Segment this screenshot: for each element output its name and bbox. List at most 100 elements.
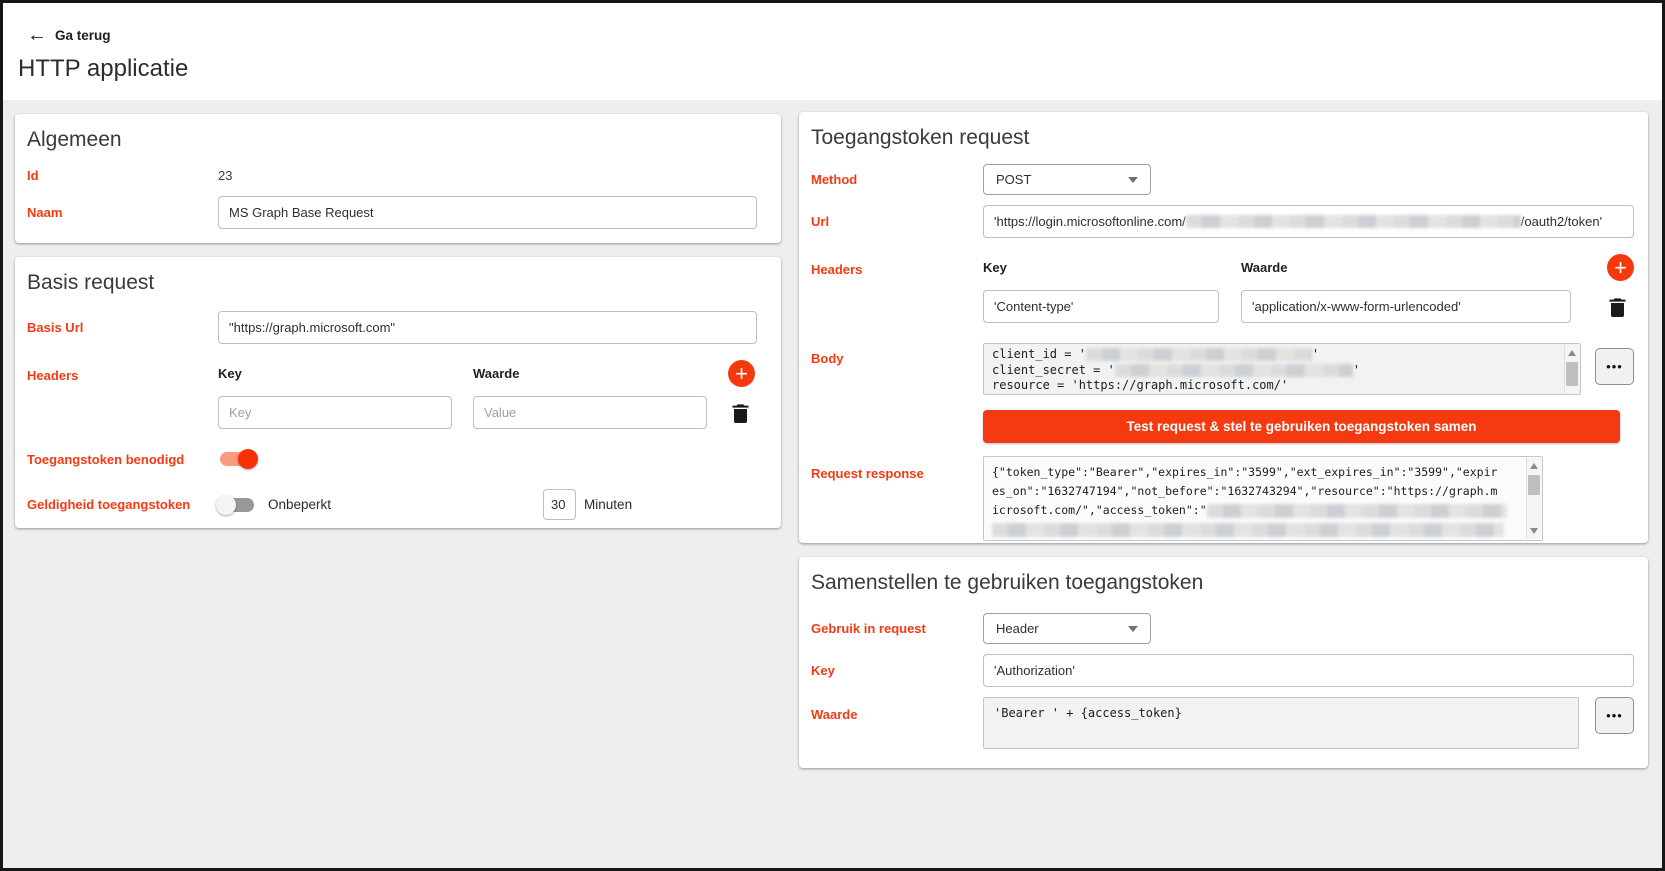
delete-header-button[interactable] <box>730 403 751 423</box>
back-link[interactable]: ← Ga terug <box>27 26 111 44</box>
ellipsis-icon: ••• <box>1606 708 1623 723</box>
scroll-down-icon[interactable] <box>1530 528 1538 534</box>
id-value: 23 <box>218 168 232 183</box>
id-row: Id 23 <box>27 168 767 183</box>
request-response-textarea[interactable]: {"token_type":"Bearer","expires_in":"359… <box>983 456 1543 541</box>
token-headers-label: Headers <box>811 254 983 277</box>
body-line2: client_secret = ' <box>992 363 1115 377</box>
basis-url-input[interactable] <box>218 311 757 344</box>
back-link-label: Ga terug <box>55 28 111 43</box>
method-select[interactable]: POST <box>983 164 1151 195</box>
redacted-client-secret <box>1115 364 1353 377</box>
add-header-button[interactable]: + <box>728 360 755 387</box>
scrollbar[interactable] <box>1564 345 1579 393</box>
body-row: Body client_id = '' client_secret = '' r… <box>811 343 1634 395</box>
gebruik-selected-value: Header <box>996 621 1039 636</box>
body-textarea[interactable]: client_id = '' client_secret = '' resour… <box>983 343 1581 395</box>
url-suffix: /oauth2/token' <box>1521 214 1602 229</box>
compose-waarde-row: Waarde 'Bearer ' + {access_token} ••• <box>811 697 1634 749</box>
method-label: Method <box>811 172 983 187</box>
gebruik-row: Gebruik in request Header <box>811 613 1634 644</box>
gebruik-label: Gebruik in request <box>811 621 983 636</box>
plus-icon: + <box>1614 255 1627 280</box>
toegangstoken-request-title: Toegangstoken request <box>811 126 1634 150</box>
redacted-access-token <box>1207 504 1507 518</box>
request-response-label: Request response <box>811 456 983 481</box>
token-header-key-input[interactable] <box>983 290 1219 323</box>
redacted-client-id <box>1086 348 1312 361</box>
basis-url-label: Basis Url <box>27 320 218 335</box>
body-expand-button[interactable]: ••• <box>1595 348 1634 385</box>
unlimited-toggle[interactable] <box>218 495 256 515</box>
id-label: Id <box>27 168 218 183</box>
method-row: Method POST <box>811 164 1634 195</box>
chevron-down-icon <box>1128 626 1138 632</box>
basis-header-value-input[interactable] <box>473 396 707 429</box>
validity-row: Geldigheid toegangstoken Onbeperkt Minut… <box>27 489 767 520</box>
basis-request-card: Basis request Basis Url Headers Key Waar… <box>15 257 781 528</box>
minutes-label: Minuten <box>584 497 632 512</box>
scroll-thumb[interactable] <box>1566 362 1578 386</box>
delete-header-button[interactable] <box>1607 297 1628 317</box>
page-title: HTTP applicatie <box>18 55 188 83</box>
chevron-down-icon <box>1128 177 1138 183</box>
scroll-up-icon[interactable] <box>1530 463 1538 469</box>
back-arrow-icon: ← <box>27 26 47 44</box>
basis-headers-label: Headers <box>27 360 218 383</box>
unlimited-label: Onbeperkt <box>268 497 331 512</box>
key-column-header: Key <box>218 366 452 381</box>
request-response-row: Request response {"token_type":"Bearer",… <box>811 456 1634 541</box>
waarde-column-header: Waarde <box>1241 260 1571 275</box>
waarde-column-header: Waarde <box>473 366 707 381</box>
waarde-expand-button[interactable]: ••• <box>1595 697 1634 734</box>
ellipsis-icon: ••• <box>1606 359 1623 374</box>
redacted-tenant-id <box>1186 215 1521 228</box>
token-required-row: Toegangstoken benodigd <box>27 449 767 469</box>
algemeen-card: Algemeen Id 23 Naam <box>15 114 781 243</box>
response-line3: icrosoft.com/","access_token":" <box>992 503 1207 517</box>
test-request-button[interactable]: Test request & stel te gebruiken toegang… <box>983 410 1620 443</box>
naam-input[interactable] <box>218 196 757 229</box>
token-required-toggle[interactable] <box>218 449 256 469</box>
body-line4: grant_type = 'client_credentials' <box>992 394 1558 396</box>
response-line1: {"token_type":"Bearer","expires_in":"359… <box>992 463 1520 482</box>
url-row: Url 'https://login.microsoftonline.com/ /… <box>811 205 1634 238</box>
compose-waarde-label: Waarde <box>811 697 983 722</box>
samenstellen-card: Samenstellen te gebruiken toegangstoken … <box>799 557 1648 768</box>
plus-icon: + <box>735 361 748 386</box>
token-header-value-input[interactable] <box>1241 290 1571 323</box>
body-line1: client_id = ' <box>992 347 1086 361</box>
body-line3: resource = 'https://graph.microsoft.com/… <box>992 378 1558 394</box>
token-headers-row: Headers Key Waarde + <box>811 254 1634 323</box>
url-input[interactable]: 'https://login.microsoftonline.com/ /oaut… <box>983 205 1634 238</box>
basis-header-key-input[interactable] <box>218 396 452 429</box>
scroll-up-icon[interactable] <box>1568 350 1576 356</box>
gebruik-select[interactable]: Header <box>983 613 1151 644</box>
toggle-knob <box>216 495 236 515</box>
samenstellen-title: Samenstellen te gebruiken toegangstoken <box>811 571 1634 595</box>
naam-label: Naam <box>27 205 218 220</box>
scrollbar[interactable] <box>1526 458 1541 539</box>
basis-headers-row: Headers Key Waarde + <box>27 360 767 429</box>
toegangstoken-request-card: Toegangstoken request Method POST Url 'h… <box>799 112 1648 543</box>
url-prefix: 'https://login.microsoftonline.com/ <box>994 214 1186 229</box>
toggle-knob <box>238 449 258 469</box>
compose-waarde-textarea[interactable]: 'Bearer ' + {access_token} <box>983 697 1579 749</box>
trash-icon <box>732 403 749 423</box>
token-required-label: Toegangstoken benodigd <box>27 452 218 467</box>
validity-label: Geldigheid toegangstoken <box>27 497 218 512</box>
method-selected-value: POST <box>996 172 1031 187</box>
algemeen-title: Algemeen <box>27 128 767 152</box>
body-label: Body <box>811 343 983 366</box>
redacted-access-token <box>992 523 1504 537</box>
key-column-header: Key <box>983 260 1219 275</box>
url-label: Url <box>811 214 983 229</box>
compose-key-label: Key <box>811 663 983 678</box>
response-line2: es_on":"1632747194","not_before":"163274… <box>992 482 1520 501</box>
minutes-input[interactable] <box>543 489 576 520</box>
add-header-button[interactable]: + <box>1607 254 1634 281</box>
compose-key-input[interactable] <box>983 654 1634 687</box>
compose-key-row: Key <box>811 654 1634 687</box>
compose-waarde-value: 'Bearer ' + {access_token} <box>984 698 1578 728</box>
scroll-thumb[interactable] <box>1528 475 1540 495</box>
